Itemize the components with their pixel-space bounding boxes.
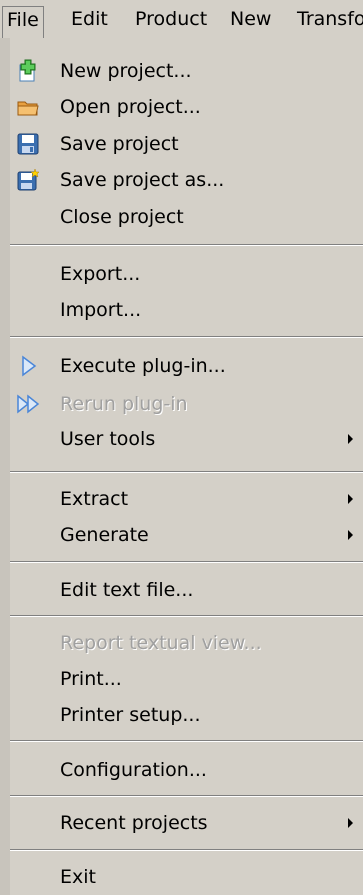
menu-item-export[interactable]: Export... — [10, 257, 363, 291]
menu-item-open-project[interactable]: Open project... — [10, 90, 363, 124]
menu-product-label: Product — [135, 8, 208, 30]
menu-item-label: Print... — [60, 668, 122, 690]
menu-item-label: Execute plug-in... — [60, 355, 226, 377]
menu-item-exit[interactable]: Exit — [10, 860, 363, 894]
menu-item-label: Configuration... — [60, 759, 207, 781]
submenu-arrow-icon — [348, 530, 353, 540]
play-icon — [16, 354, 40, 378]
menu-separator — [10, 471, 363, 473]
menu-item-generate[interactable]: Generate — [10, 518, 363, 552]
menu-item-user-tools[interactable]: User tools — [10, 422, 363, 456]
menu-item-printer-setup[interactable]: Printer setup... — [10, 698, 363, 732]
menu-item-execute-plugin[interactable]: Execute plug-in... — [10, 349, 363, 383]
fast-forward-icon — [16, 392, 40, 416]
menu-item-close-project[interactable]: Close project — [10, 200, 363, 234]
menu-separator — [10, 740, 363, 742]
menu-shadow — [0, 38, 10, 895]
menu-new-label: New — [230, 8, 272, 30]
folder-icon — [16, 95, 40, 119]
menu-separator — [10, 795, 363, 797]
menu-item-label: Generate — [60, 524, 149, 546]
menu-product[interactable]: Product — [131, 6, 211, 32]
menu-item-new-project[interactable]: New project... — [10, 54, 363, 88]
menu-item-label: Extract — [60, 488, 129, 510]
menu-edit-label: Edit — [71, 8, 108, 30]
menu-item-label: Exit — [60, 866, 96, 888]
menu-file-label: File — [7, 9, 39, 31]
menu-item-label: Save project as... — [60, 169, 225, 191]
menu-item-extract[interactable]: Extract — [10, 482, 363, 516]
menu-separator — [10, 561, 363, 563]
menu-item-label: Rerun plug-in — [60, 393, 188, 415]
menu-edit[interactable]: Edit — [67, 6, 112, 32]
submenu-arrow-icon — [348, 434, 353, 444]
menu-item-configuration[interactable]: Configuration... — [10, 753, 363, 787]
menu-separator — [10, 244, 363, 246]
menu-item-label: Open project... — [60, 96, 201, 118]
submenu-arrow-icon — [348, 818, 353, 828]
file-menu-dropdown: New project... Open project... Save proj… — [10, 38, 363, 895]
menu-item-label: New project... — [60, 60, 192, 82]
menu-item-label: Export... — [60, 263, 141, 285]
menu-file[interactable]: File — [2, 6, 44, 38]
menu-item-rerun-plugin[interactable]: Rerun plug-in — [10, 387, 363, 421]
menu-item-import[interactable]: Import... — [10, 293, 363, 327]
menu-item-recent-projects[interactable]: Recent projects — [10, 806, 363, 840]
menu-item-edit-text-file[interactable]: Edit text file... — [10, 573, 363, 607]
menu-item-label: Import... — [60, 299, 142, 321]
menu-item-save-project[interactable]: Save project — [10, 127, 363, 161]
menu-item-print[interactable]: Print... — [10, 662, 363, 696]
menu-item-label: Edit text file... — [60, 579, 194, 601]
menu-separator — [10, 615, 363, 617]
menu-separator — [10, 336, 363, 338]
menu-item-label: Recent projects — [60, 812, 208, 834]
menu-item-label: User tools — [60, 428, 156, 450]
menu-item-report-textual-view[interactable]: Report textual view... — [10, 626, 363, 660]
new-project-icon — [16, 59, 40, 83]
menu-item-label: Report textual view... — [60, 632, 262, 654]
menu-transform-label: Transfo — [297, 8, 363, 30]
menu-item-label: Printer setup... — [60, 704, 201, 726]
menu-new[interactable]: New — [226, 6, 275, 32]
menu-item-label: Close project — [60, 206, 184, 228]
menu-bar: File Edit Product New Transfo — [0, 0, 363, 39]
menu-item-label: Save project — [60, 133, 179, 155]
save-icon — [16, 132, 40, 156]
menu-item-save-project-as[interactable]: Save project as... — [10, 163, 363, 197]
save-as-icon — [16, 168, 40, 192]
submenu-arrow-icon — [348, 494, 353, 504]
menu-separator — [10, 849, 363, 851]
menu-transform[interactable]: Transfo — [293, 6, 363, 32]
